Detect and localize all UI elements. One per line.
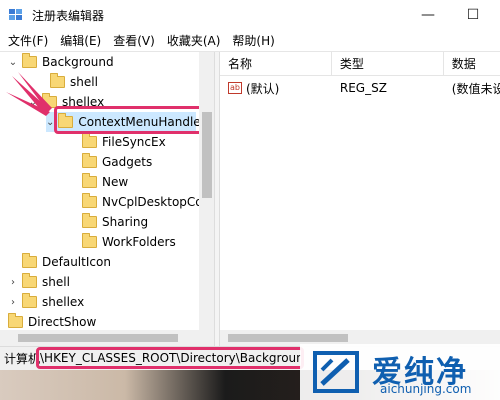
watermark-logo-icon xyxy=(313,351,359,393)
menu-help[interactable]: 帮助(H) xyxy=(226,30,280,52)
tree-item-label: WorkFolders xyxy=(102,235,176,249)
maximize-button[interactable]: ☐ xyxy=(450,0,496,30)
tree-horizontal-scrollbar[interactable] xyxy=(0,330,214,346)
folder-icon xyxy=(8,313,23,328)
string-value-icon: ab xyxy=(228,82,242,94)
menu-edit[interactable]: 编辑(E) xyxy=(54,30,107,52)
tree-item-label: Sharing xyxy=(102,215,149,229)
table-row[interactable]: ab (默认) REG_SZ (数值未设置) xyxy=(220,78,500,98)
tree-item-label: shell xyxy=(42,275,70,289)
value-list: 名称 类型 数据 ab (默认) REG_SZ (数值未设置) xyxy=(220,52,500,346)
tree-item-label: DirectShow xyxy=(28,315,97,329)
tree-item-filesyncex[interactable]: FileSyncEx xyxy=(82,132,166,152)
folder-icon xyxy=(82,213,97,228)
menu-favorites[interactable]: 收藏夹(A) xyxy=(161,30,227,52)
value-name: (默认) xyxy=(246,81,280,96)
tree-item-background[interactable]: ⌄ Background xyxy=(8,52,114,72)
folder-icon xyxy=(22,53,37,68)
tree-item-new[interactable]: New xyxy=(82,172,128,192)
window-title: 注册表编辑器 xyxy=(32,8,105,23)
tree-item-label: New xyxy=(102,175,129,189)
tree-item-label: shell xyxy=(70,75,98,89)
folder-icon xyxy=(22,293,37,308)
scroll-thumb[interactable] xyxy=(202,112,212,198)
tree-item-shell-2[interactable]: › shell xyxy=(8,272,70,292)
tree-item-sharing[interactable]: Sharing xyxy=(82,212,148,232)
tree-item-nvcpldesktopcontext[interactable]: NvCplDesktopContext xyxy=(82,192,214,212)
tree-item-label: Background xyxy=(42,55,114,69)
scroll-thumb[interactable] xyxy=(228,334,348,342)
folder-icon xyxy=(82,233,97,248)
tree-item-defaulticon[interactable]: DefaultIcon xyxy=(22,252,111,272)
folder-icon xyxy=(82,173,97,188)
folder-icon xyxy=(82,153,97,168)
watermark-url: aichunjing.com xyxy=(380,382,472,396)
menu-view[interactable]: 查看(V) xyxy=(107,30,161,52)
chevron-down-icon[interactable]: ⌄ xyxy=(8,57,18,68)
list-header: 名称 类型 数据 xyxy=(220,52,500,76)
folder-icon xyxy=(22,273,37,288)
tree-vertical-scrollbar[interactable] xyxy=(199,52,215,338)
chevron-right-icon[interactable]: › xyxy=(8,297,18,308)
folder-icon xyxy=(82,133,97,148)
column-header-type[interactable]: 类型 xyxy=(332,52,444,76)
value-data: (数值未设置) xyxy=(451,81,500,96)
highlight-box-selected-key xyxy=(54,106,214,134)
folder-icon xyxy=(82,193,97,208)
tree-item-label: shellex xyxy=(42,295,85,309)
column-header-data[interactable]: 数据 xyxy=(444,52,500,76)
regedit-icon xyxy=(8,7,24,23)
tree-item-label: DefaultIcon xyxy=(42,255,111,269)
pointer-arrow-icon xyxy=(6,72,52,116)
menu-file[interactable]: 文件(F) xyxy=(0,30,54,52)
value-type: REG_SZ xyxy=(339,81,387,95)
tree-item-gadgets[interactable]: Gadgets xyxy=(82,152,152,172)
scroll-thumb[interactable] xyxy=(18,334,178,342)
menu-bar: 文件(F) 编辑(E) 查看(V) 收藏夹(A) 帮助(H) xyxy=(0,30,500,52)
chevron-right-icon[interactable]: › xyxy=(8,277,18,288)
highlight-box-path xyxy=(36,347,304,369)
tree-item-label: NvCplDesktopContext xyxy=(102,195,214,209)
tree-item-directshow[interactable]: DirectShow xyxy=(8,312,96,332)
status-computer-label: 计算机 xyxy=(4,352,41,366)
tree-item-label: FileSyncEx xyxy=(102,135,166,149)
tree-item-workfolders[interactable]: WorkFolders xyxy=(82,232,176,252)
tree-item-shellex-2[interactable]: › shellex xyxy=(8,292,84,312)
column-header-name[interactable]: 名称 xyxy=(220,52,332,76)
folder-icon xyxy=(22,253,37,268)
tree-item-label: Gadgets xyxy=(102,155,153,169)
minimize-button[interactable]: — xyxy=(405,0,451,30)
